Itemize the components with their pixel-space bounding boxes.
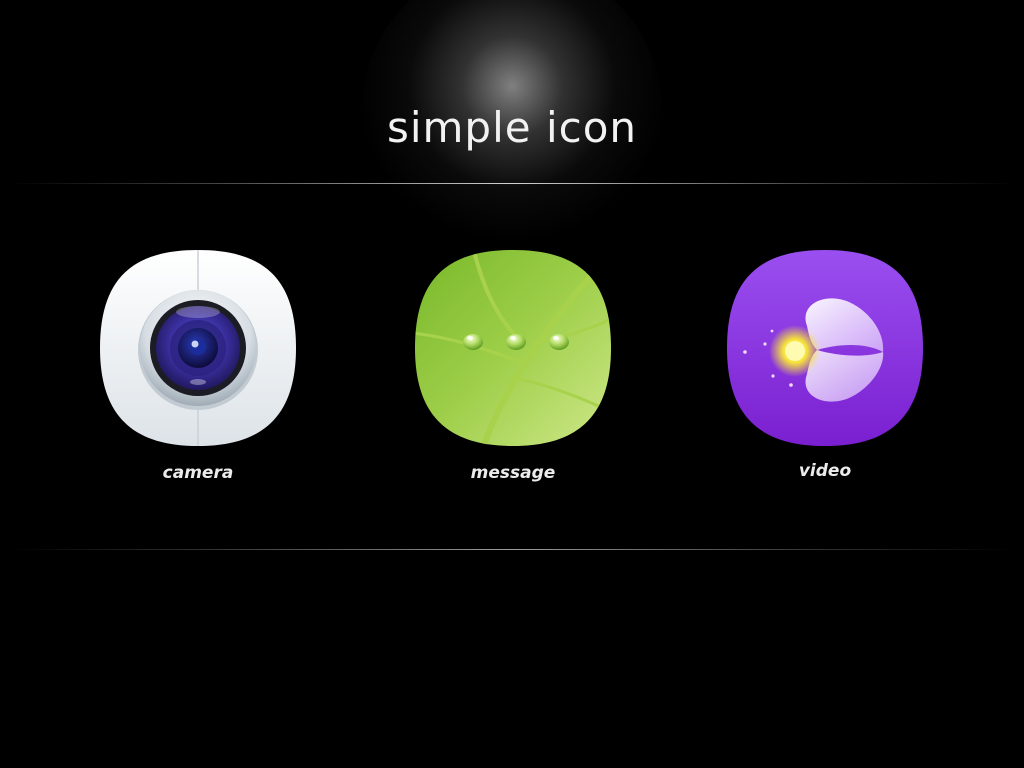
top-divider bbox=[10, 183, 1014, 184]
camera-lens-icon bbox=[100, 250, 296, 446]
app-label-message: message bbox=[470, 463, 556, 483]
app-camera[interactable]: camera bbox=[98, 248, 298, 484]
video-play-icon bbox=[727, 250, 923, 446]
app-label-camera: camera bbox=[162, 463, 234, 483]
page-title: simple icon bbox=[386, 103, 638, 152]
app-label-video: video bbox=[798, 461, 852, 481]
leaf-message-icon bbox=[415, 250, 611, 446]
bottom-divider bbox=[10, 549, 1014, 550]
app-video[interactable]: video bbox=[725, 248, 925, 482]
app-message[interactable]: message bbox=[413, 248, 613, 484]
icon-showcase-page: simple icon camera message video bbox=[0, 0, 1024, 768]
